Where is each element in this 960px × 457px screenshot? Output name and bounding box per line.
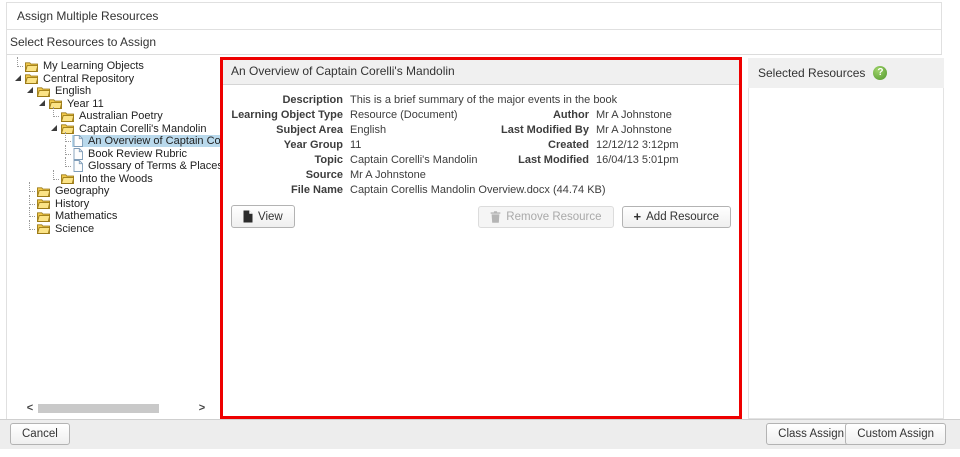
tree-item[interactable]: English [7,85,220,98]
field-label: Created [485,139,589,152]
remove-resource-button[interactable]: Remove Resource [478,206,613,228]
resource-detail-fields: Description This is a brief summary of th… [223,85,739,197]
tree-item[interactable]: Captain Corelli's Mandolin [7,123,220,136]
tree-item[interactable]: History [7,198,220,211]
tree-item[interactable]: Science [7,223,220,236]
document-icon [73,148,83,160]
folder-icon [25,73,38,84]
selected-resources-list [748,88,944,419]
folder-icon [37,186,50,197]
tree-expander-icon[interactable] [49,174,60,184]
tree-expander-icon[interactable] [49,111,60,121]
folder-icon [61,111,74,122]
field-label: Source [231,169,343,182]
field-label: Learning Object Type [231,109,343,122]
tree-item-label: History [53,198,91,210]
folder-icon [25,61,38,72]
field-value: 11 [350,139,478,152]
tree-item-label: Glossary of Terms & Places [86,160,220,172]
field-value: Mr A Johnstone [350,169,731,182]
footer-bar: Cancel Class Assign Custom Assign [0,419,960,449]
folder-icon [37,223,50,234]
field-label: Subject Area [231,124,343,137]
tree-expander-icon[interactable] [37,99,48,109]
field-value: Resource (Document) [350,109,478,122]
tree-item-label: English [53,85,93,97]
field-value: 12/12/12 3:12pm [596,139,731,152]
tree-item[interactable]: Into the Woods [7,173,220,186]
field-label: Last Modified By [485,124,589,137]
help-icon[interactable]: ? [873,66,887,80]
document-icon [73,135,83,147]
field-label: Year Group [231,139,343,152]
folder-icon [61,173,74,184]
field-label: Description [231,94,343,107]
tree-item[interactable]: Geography [7,185,220,198]
tree-item-label: Science [53,223,96,235]
tree-expander-icon[interactable] [13,74,24,84]
tree-expander-icon[interactable] [13,61,24,71]
plus-icon: + [634,212,642,222]
field-label: Last Modified [485,154,589,167]
scroll-left-icon[interactable]: < [24,402,36,415]
field-value: 16/04/13 5:01pm [596,154,731,167]
tree-item[interactable]: Central Repository [7,73,220,86]
section-title: Select Resources to Assign [6,30,942,55]
selected-resources-title: Selected Resources [758,66,865,80]
folder-icon [37,86,50,97]
field-label: Topic [231,154,343,167]
tree-item-label: Captain Corelli's Mandolin [77,123,208,135]
selected-resources-header: Selected Resources ? [748,58,944,88]
document-icon [73,160,83,172]
resource-tree-panel: My Learning Objects Central Repository E… [6,55,220,419]
tree-item[interactable]: Australian Poetry [7,110,220,123]
field-label: Author [485,109,589,122]
resource-detail-panel: An Overview of Captain Corelli's Mandoli… [220,57,742,419]
tree-item[interactable]: An Overview of Captain Corelli's Mandoli… [7,135,220,148]
resource-detail-actions: View Remove Resource + Add Resource [223,197,739,228]
horizontal-scrollbar[interactable]: < > [7,402,218,415]
add-resource-button[interactable]: + Add Resource [622,206,731,228]
dialog-title: Assign Multiple Resources [6,2,942,30]
field-value: Captain Corellis Mandolin Overview.docx … [350,184,731,197]
field-label: File Name [231,184,343,197]
tree-item-label: My Learning Objects [41,60,146,72]
field-value: Mr A Johnstone [596,109,731,122]
tree-item-label: Into the Woods [77,173,155,185]
tree-item[interactable]: My Learning Objects [7,60,220,73]
trash-icon [490,211,501,223]
tree-item-label: An Overview of Captain Corelli's Mandoli… [86,135,220,147]
tree-item[interactable]: Mathematics [7,210,220,223]
tree-item-label: Geography [53,185,111,197]
tree-item-label: Central Repository [41,73,136,85]
tree-item-label: Australian Poetry [77,110,165,122]
custom-assign-button[interactable]: Custom Assign [845,423,946,445]
tree-expander-icon[interactable] [61,161,72,171]
field-value: English [350,124,478,137]
tree-expander-icon[interactable] [49,124,60,134]
field-value: Captain Corelli's Mandolin [350,154,478,167]
resource-detail-title: An Overview of Captain Corelli's Mandoli… [223,60,739,85]
view-document-icon [243,210,253,223]
field-value: This is a brief summary of the major eve… [350,94,731,107]
tree-item-label: Year 11 [65,98,106,110]
class-assign-button[interactable]: Class Assign [766,423,856,445]
horizontal-scrollbar-thumb[interactable] [38,404,159,413]
tree-item-label: Mathematics [53,210,119,222]
field-value: Mr A Johnstone [596,124,731,137]
view-button[interactable]: View [231,205,295,228]
cancel-button[interactable]: Cancel [10,423,70,445]
tree-item[interactable]: Book Review Rubric [7,148,220,161]
resource-tree: My Learning Objects Central Repository E… [7,55,220,235]
tree-item-label: Book Review Rubric [86,148,189,160]
tree-item[interactable]: Year 11 [7,98,220,111]
folder-icon [37,211,50,222]
tree-item[interactable]: Glossary of Terms & Places [7,160,220,173]
tree-expander-icon[interactable] [25,86,36,96]
tree-expander-icon[interactable] [25,224,36,234]
folder-icon [37,198,50,209]
scroll-right-icon[interactable]: > [196,402,208,415]
